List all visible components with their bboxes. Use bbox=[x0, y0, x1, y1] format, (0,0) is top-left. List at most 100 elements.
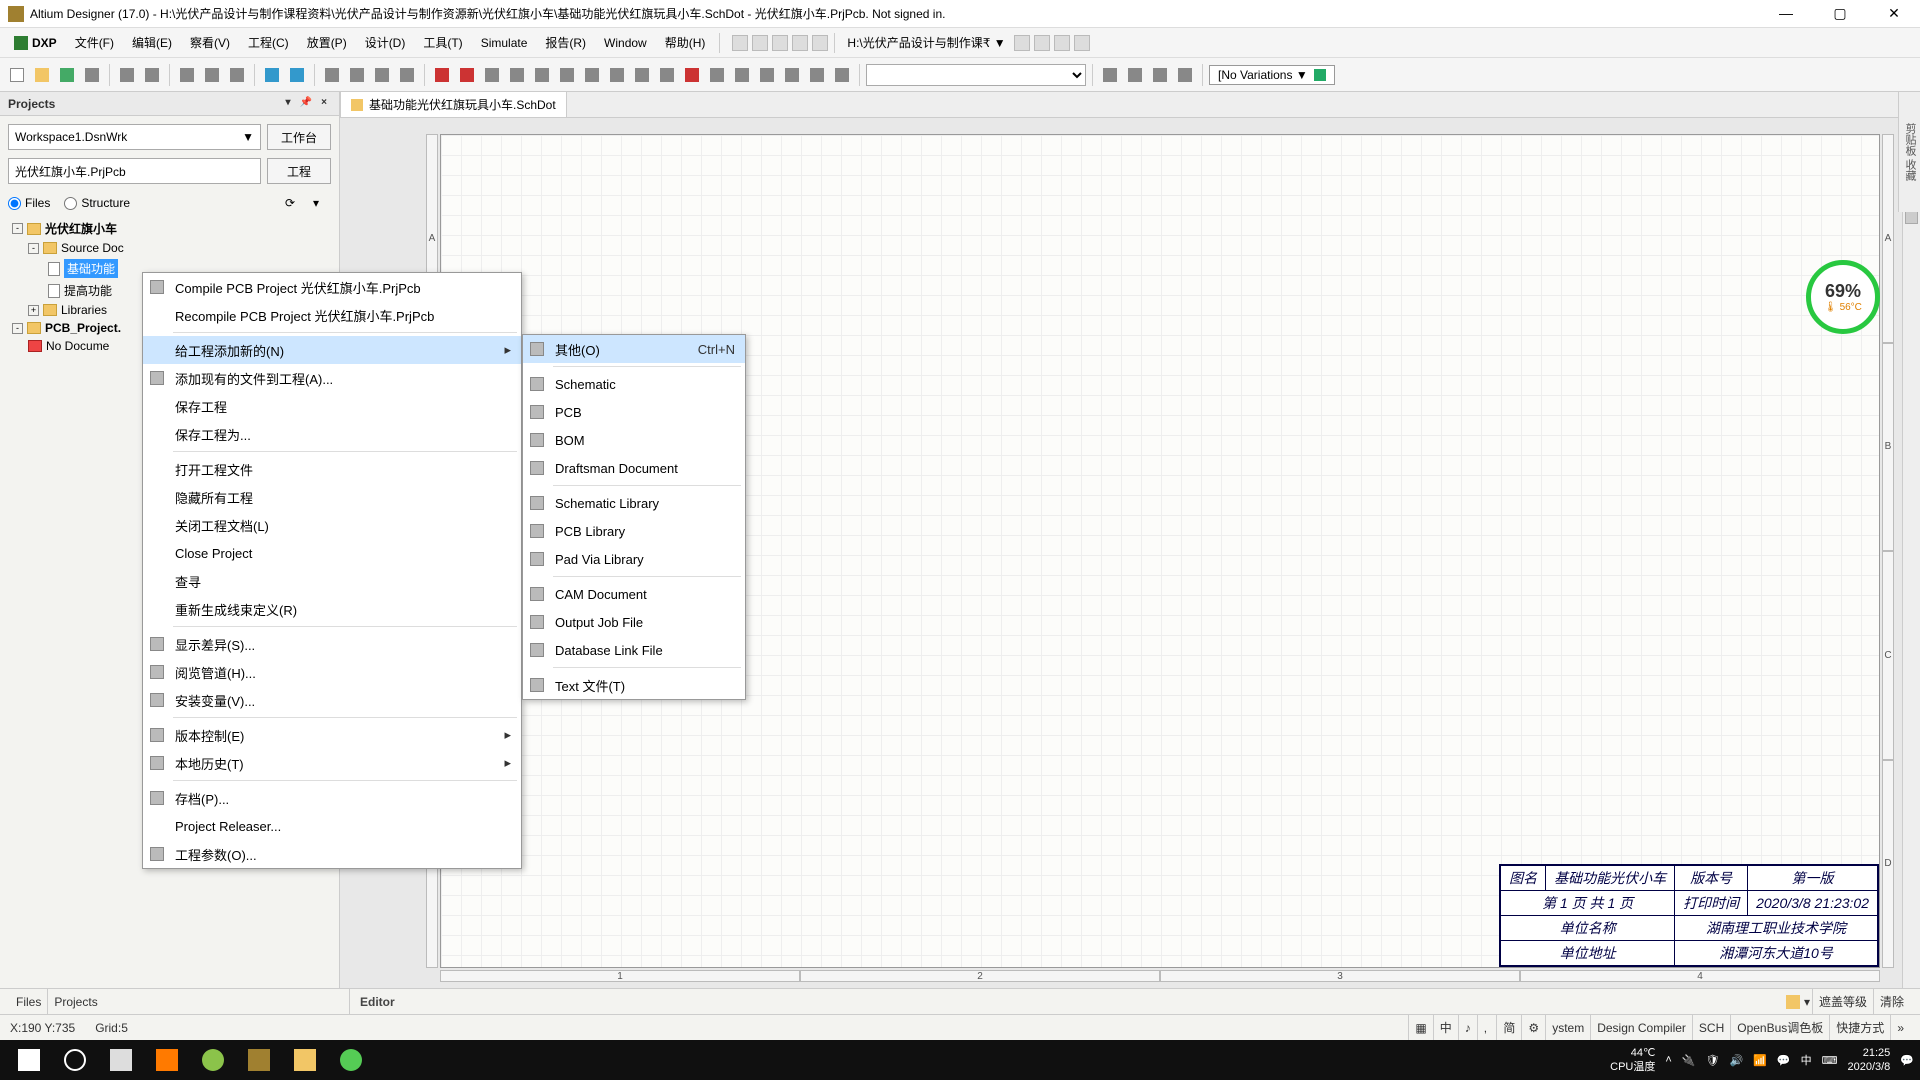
menu-item[interactable]: 文件(F) bbox=[67, 31, 122, 54]
status-panel-button[interactable]: ystem bbox=[1545, 1015, 1590, 1040]
tool-icon[interactable] bbox=[506, 64, 528, 86]
mask-icon[interactable] bbox=[1786, 995, 1800, 1009]
tray-clock[interactable]: 21:252020/3/8 bbox=[1847, 1046, 1890, 1074]
print-icon[interactable] bbox=[81, 64, 103, 86]
status-icon[interactable]: ♪ bbox=[1458, 1015, 1477, 1040]
cortana-button[interactable] bbox=[52, 1040, 98, 1080]
menu-item[interactable]: PCB bbox=[523, 398, 745, 426]
status-more[interactable]: » bbox=[1890, 1015, 1910, 1040]
menu-icon[interactable] bbox=[792, 35, 808, 51]
net-combo[interactable] bbox=[866, 64, 1086, 86]
nav-back-icon[interactable] bbox=[1014, 35, 1030, 51]
menu-icon[interactable] bbox=[772, 35, 788, 51]
menu-item[interactable]: 察看(V) bbox=[182, 31, 238, 54]
tool-icon[interactable] bbox=[481, 64, 503, 86]
tool-icon[interactable] bbox=[1099, 64, 1121, 86]
taskbar-app[interactable] bbox=[190, 1040, 236, 1080]
tray-ime-icon[interactable]: 中 bbox=[1801, 1052, 1812, 1068]
workspace-combo[interactable]: Workspace1.DsnWrk▼ bbox=[8, 124, 261, 150]
projects-tab[interactable]: Projects bbox=[47, 989, 103, 1014]
tool-icon[interactable] bbox=[631, 64, 653, 86]
tool-icon[interactable] bbox=[831, 64, 853, 86]
dxp-menu[interactable]: DXP bbox=[6, 33, 65, 53]
vertical-scrollbar[interactable] bbox=[1902, 144, 1920, 988]
menu-item[interactable]: 添加现有的文件到工程(A)... bbox=[143, 364, 521, 392]
taskbar-app-altium[interactable] bbox=[236, 1040, 282, 1080]
menu-item[interactable]: 工程(C) bbox=[240, 31, 297, 54]
structure-radio[interactable]: Structure bbox=[64, 196, 130, 210]
menu-item[interactable]: 放置(P) bbox=[299, 31, 355, 54]
menu-item[interactable]: 设计(D) bbox=[357, 31, 414, 54]
open-icon[interactable] bbox=[31, 64, 53, 86]
tray-icon[interactable]: 💬 bbox=[1777, 1054, 1791, 1067]
status-icon[interactable]: ▦ bbox=[1408, 1015, 1432, 1040]
status-icon[interactable]: 简 bbox=[1496, 1015, 1521, 1040]
menu-item[interactable]: Window bbox=[596, 33, 655, 53]
menu-item[interactable]: 安装变量(V)... bbox=[143, 686, 521, 714]
tool-icon[interactable] bbox=[606, 64, 628, 86]
copy-icon[interactable] bbox=[201, 64, 223, 86]
tool-icon[interactable] bbox=[756, 64, 778, 86]
status-panel-button[interactable]: OpenBus调色板 bbox=[1730, 1015, 1829, 1040]
menu-item[interactable]: Pad Via Library bbox=[523, 545, 745, 573]
menu-item[interactable]: 隐藏所有工程 bbox=[143, 483, 521, 511]
tool-icon[interactable] bbox=[781, 64, 803, 86]
tray-icon[interactable]: 🔌 bbox=[1682, 1054, 1696, 1067]
tool-icon[interactable] bbox=[681, 64, 703, 86]
tool-icon[interactable] bbox=[556, 64, 578, 86]
menu-item[interactable]: Project Releaser... bbox=[143, 812, 521, 840]
tool-icon[interactable] bbox=[321, 64, 343, 86]
menu-icon[interactable] bbox=[732, 35, 748, 51]
taskbar-app[interactable] bbox=[328, 1040, 374, 1080]
status-icon[interactable]: ⚙ bbox=[1521, 1015, 1545, 1040]
files-radio[interactable]: Files bbox=[8, 196, 50, 210]
status-icon[interactable]: 中 bbox=[1433, 1015, 1458, 1040]
tool-icon[interactable] bbox=[1174, 64, 1196, 86]
menu-item[interactable]: Close Project bbox=[143, 539, 521, 567]
tray-wifi-icon[interactable]: 📶 bbox=[1753, 1054, 1767, 1067]
menu-item[interactable]: 阅览管道(H)... bbox=[143, 658, 521, 686]
tray-notifications-icon[interactable]: 💬 bbox=[1900, 1054, 1914, 1067]
maximize-button[interactable]: ▢ bbox=[1822, 5, 1858, 22]
tool-icon[interactable] bbox=[531, 64, 553, 86]
minimize-button[interactable]: — bbox=[1768, 5, 1804, 22]
menu-item[interactable]: 工具(T) bbox=[415, 31, 470, 54]
tool-icon[interactable] bbox=[806, 64, 828, 86]
tray-keyboard-icon[interactable]: ⌨ bbox=[1822, 1054, 1838, 1067]
variations-dropdown[interactable]: [No Variations ▼ bbox=[1209, 65, 1335, 85]
taskbar-app[interactable] bbox=[98, 1040, 144, 1080]
files-tab[interactable]: Files bbox=[10, 989, 47, 1014]
tray-volume-icon[interactable]: 🔊 bbox=[1729, 1054, 1743, 1067]
menu-item[interactable]: PCB Library bbox=[523, 517, 745, 545]
status-panel-button[interactable]: Design Compiler bbox=[1590, 1015, 1692, 1040]
menu-item[interactable]: 本地历史(T)▸ bbox=[143, 749, 521, 777]
menu-item[interactable]: 重新生成线束定义(R) bbox=[143, 595, 521, 623]
project-button[interactable]: 工程 bbox=[267, 158, 331, 184]
menu-item[interactable]: 工程参数(O)... bbox=[143, 840, 521, 868]
menu-item[interactable]: 给工程添加新的(N)▸ bbox=[143, 336, 521, 364]
nav-fwd-icon[interactable] bbox=[1034, 35, 1050, 51]
project-field[interactable]: 光伏红旗小车.PrjPcb bbox=[8, 158, 261, 184]
start-button[interactable] bbox=[6, 1040, 52, 1080]
panel-close-icon[interactable]: × bbox=[317, 97, 331, 111]
menu-item[interactable]: 显示差异(S)... bbox=[143, 630, 521, 658]
menu-item[interactable]: Schematic bbox=[523, 370, 745, 398]
mask-level-button[interactable]: 遮盖等级 bbox=[1812, 989, 1873, 1014]
status-panel-button[interactable]: SCH bbox=[1692, 1015, 1730, 1040]
menu-item[interactable]: BOM bbox=[523, 426, 745, 454]
menu-item[interactable]: Simulate bbox=[473, 33, 536, 53]
menu-item[interactable]: 版本控制(E)▸ bbox=[143, 721, 521, 749]
menu-item[interactable]: Draftsman Document bbox=[523, 454, 745, 482]
menu-item[interactable]: 编辑(E) bbox=[124, 31, 180, 54]
workbench-button[interactable]: 工作台 bbox=[267, 124, 331, 150]
zoom-fit-icon[interactable] bbox=[141, 64, 163, 86]
taskbar-app[interactable] bbox=[144, 1040, 190, 1080]
tool-icon[interactable] bbox=[371, 64, 393, 86]
menu-icon[interactable] bbox=[812, 35, 828, 51]
menu-item[interactable]: 查寻 bbox=[143, 567, 521, 595]
menu-item[interactable]: Output Job File bbox=[523, 608, 745, 636]
menu-item[interactable]: 保存工程 bbox=[143, 392, 521, 420]
dropdown-icon[interactable]: ▾ bbox=[313, 196, 331, 210]
save-icon[interactable] bbox=[56, 64, 78, 86]
tool-icon[interactable] bbox=[346, 64, 368, 86]
